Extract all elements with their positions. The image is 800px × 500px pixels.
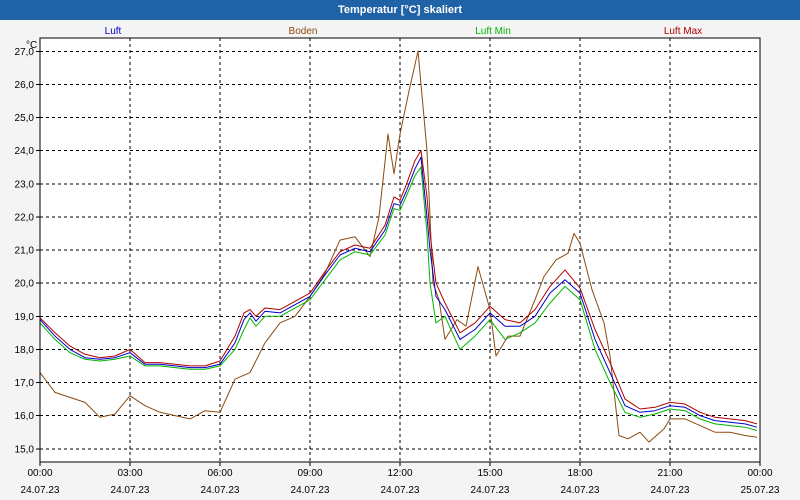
x-tick-label-date: 25.07.23 — [741, 485, 780, 496]
y-tick-label: 22,0 — [15, 212, 35, 223]
x-tick-label-date: 24.07.23 — [561, 485, 600, 496]
x-tick-label-date: 24.07.23 — [201, 485, 240, 496]
x-tick-label-time: 12:00 — [387, 468, 412, 479]
y-tick-label: 15,0 — [15, 444, 35, 455]
chart-window: Temperatur [°C] skaliert 15,0 16,0 17,0 18,… — [0, 0, 800, 500]
x-tick-label-time: 18:00 — [567, 468, 592, 479]
temperature-chart: 15,0 16,0 17,0 18,0 19,0 20,0 21,0 22,0 23,0 24,0… — [15, 26, 780, 496]
x-tick-label-time: 21:00 — [657, 468, 682, 479]
x-tick-label-date: 24.07.23 — [471, 485, 510, 496]
y-tick-label: 25,0 — [15, 113, 35, 124]
x-tick-label-time: 09:00 — [297, 468, 322, 479]
y-tick-label: 18,0 — [15, 345, 35, 356]
y-tick-label: 20,0 — [15, 279, 35, 290]
y-axis-label: °C — [26, 40, 37, 51]
x-tick-label-time: 03:00 — [117, 468, 142, 479]
x-tick-label-date: 24.07.23 — [111, 485, 150, 496]
x-tick-label-time: 00:00 — [27, 468, 52, 479]
y-tick-label: 17,0 — [15, 378, 35, 389]
x-tick-label-date: 24.07.23 — [21, 485, 60, 496]
legend-entry: Luft Max — [664, 26, 702, 37]
y-tick-label: 19,0 — [15, 312, 35, 323]
y-tick-label: 16,0 — [15, 411, 35, 422]
y-tick-label: 26,0 — [15, 80, 35, 91]
x-tick-label-time: 00:00 — [747, 468, 772, 479]
chart-title: Temperatur [°C] skaliert — [0, 0, 800, 20]
y-tick-label: 24,0 — [15, 146, 35, 157]
x-tick-label-time: 15:00 — [477, 468, 502, 479]
x-tick-label-date: 24.07.23 — [651, 485, 690, 496]
legend-entry: Luft — [105, 26, 122, 37]
legend-entry: Boden — [289, 26, 318, 37]
x-tick-label-date: 24.07.23 — [291, 485, 330, 496]
y-tick-label: 21,0 — [15, 246, 35, 257]
x-tick-label-time: 06:00 — [207, 468, 232, 479]
y-tick-label: 23,0 — [15, 179, 35, 190]
legend-entry: Luft Min — [475, 26, 511, 37]
x-tick-label-date: 24.07.23 — [381, 485, 420, 496]
